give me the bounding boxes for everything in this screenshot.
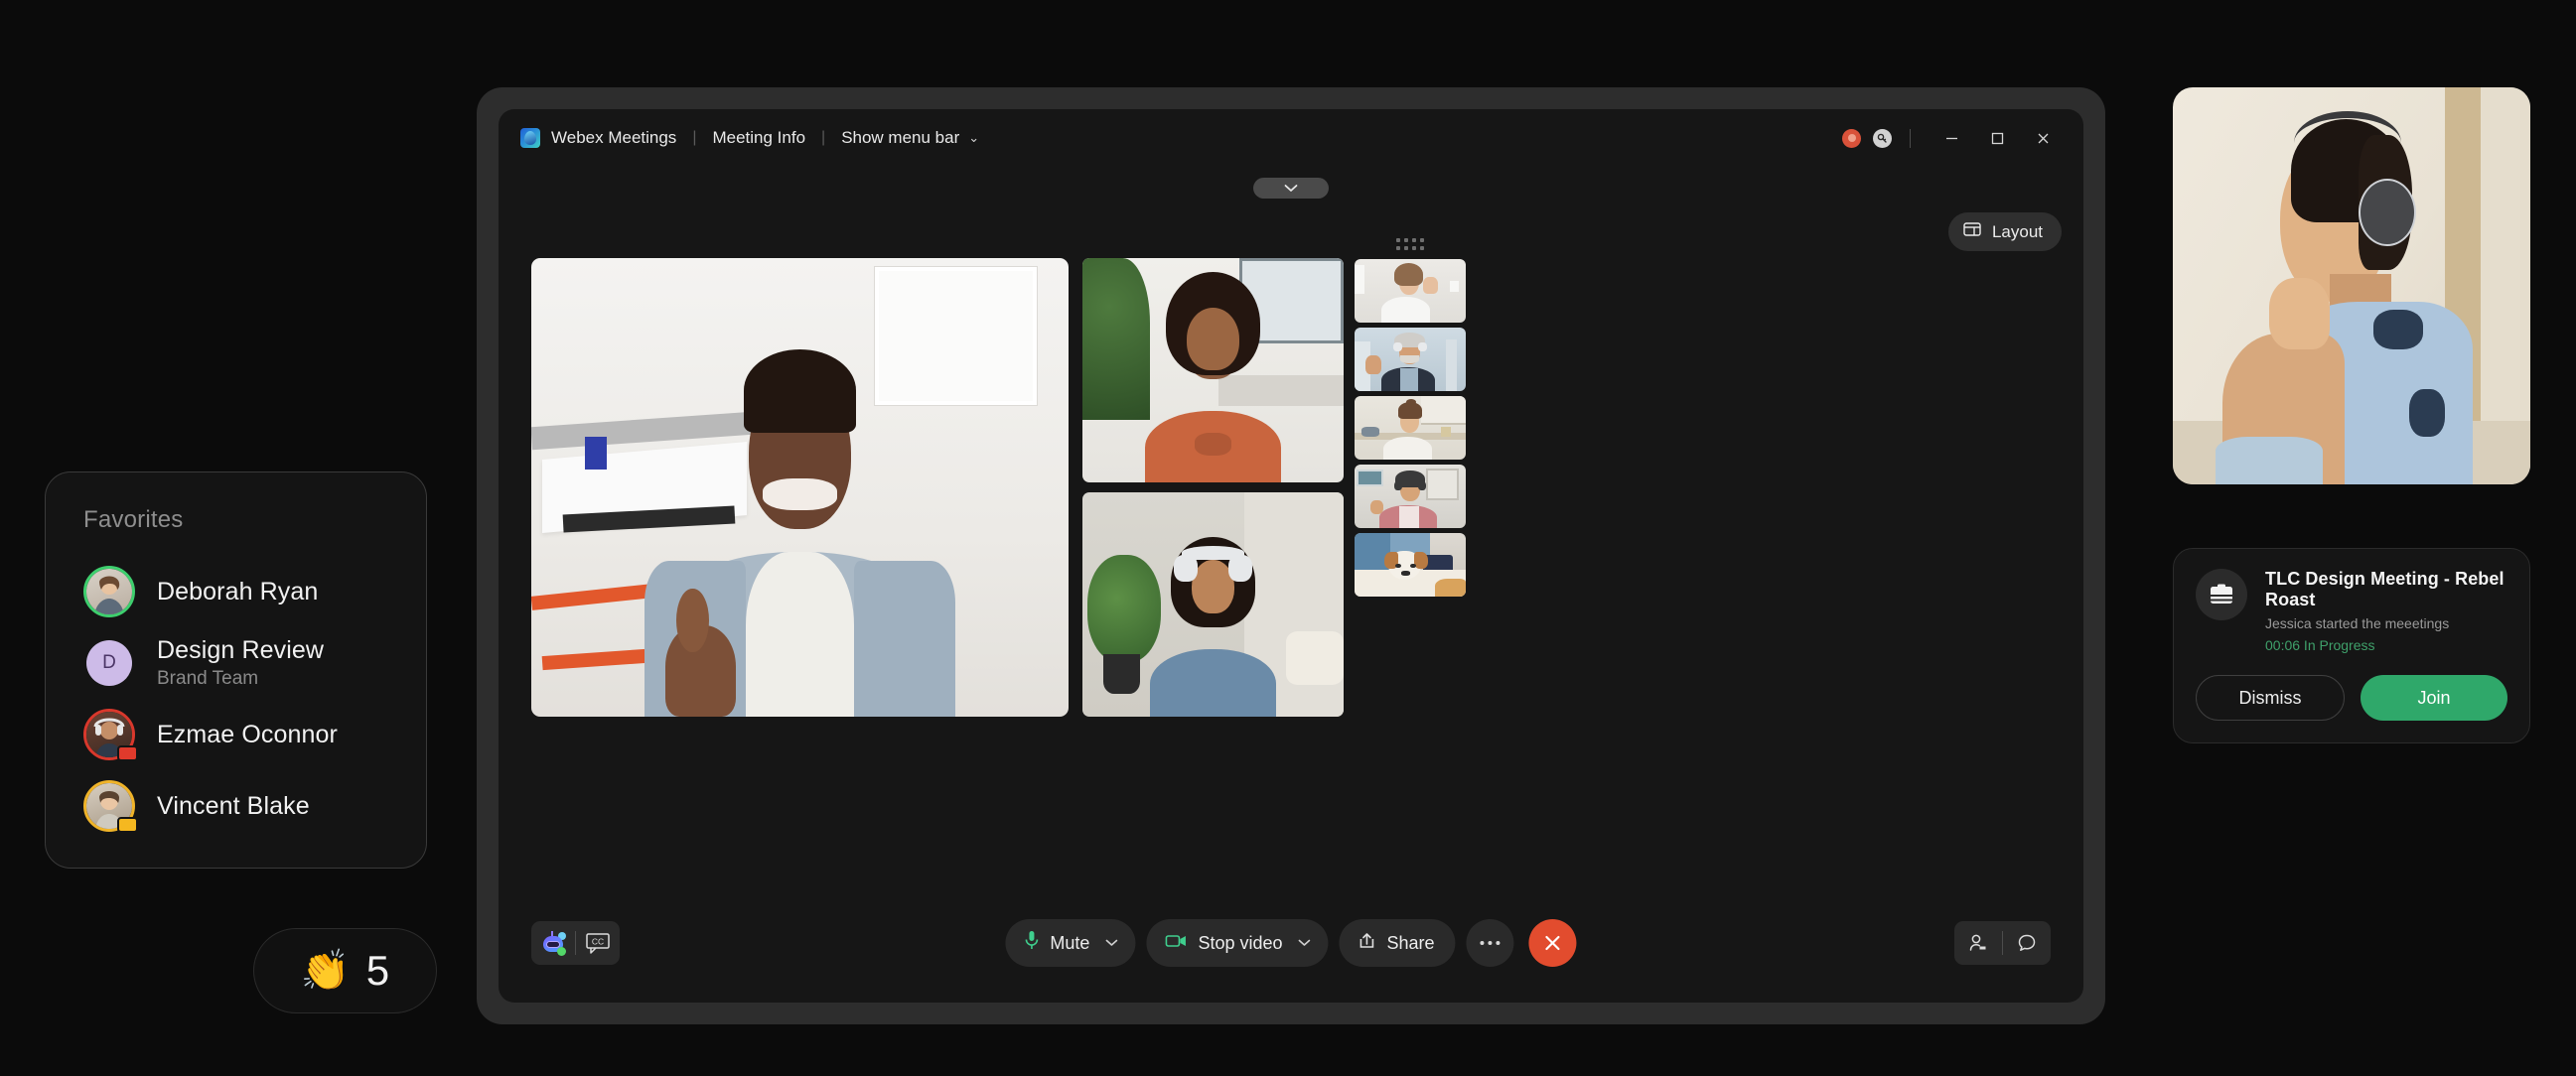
controls-right-group xyxy=(1954,921,2051,965)
avatar: D xyxy=(83,637,135,689)
meeting-info-link[interactable]: Meeting Info xyxy=(712,128,805,148)
video-tile[interactable] xyxy=(1355,465,1466,528)
closed-captions-button[interactable]: CC xyxy=(576,921,620,965)
notification-status: 00:06 In Progress xyxy=(2265,637,2375,653)
meeting-controls: CC Mute Stop video Share xyxy=(499,893,2083,1003)
share-icon xyxy=(1359,932,1376,955)
divider: | xyxy=(692,129,697,146)
svg-text:CC: CC xyxy=(592,937,604,947)
more-options-button[interactable] xyxy=(1466,919,1514,967)
close-button[interactable] xyxy=(2020,121,2066,155)
show-menu-bar-button[interactable]: Show menu bar xyxy=(841,128,959,148)
layout-button[interactable]: Layout xyxy=(1947,212,2062,251)
video-tile[interactable] xyxy=(1355,328,1466,391)
meeting-notification-card: TLC Design Meeting - Rebel Roast Jessica… xyxy=(2173,548,2530,743)
video-options-chevron-icon[interactable] xyxy=(1298,939,1329,947)
controls-left-group: CC xyxy=(531,921,620,965)
clap-icon: 👏 xyxy=(300,949,351,993)
video-tile[interactable] xyxy=(1355,259,1466,323)
reaction-count: 5 xyxy=(365,947,390,994)
filmstrip xyxy=(1355,238,1466,602)
maximize-button[interactable] xyxy=(1974,121,2020,155)
divider xyxy=(1910,128,1911,148)
video-tile[interactable] xyxy=(1082,492,1344,717)
favorites-panel: Favorites Deborah Ryan D Design Review B… xyxy=(45,471,427,869)
reaction-pill[interactable]: 👏 5 xyxy=(253,928,437,1013)
mute-button[interactable]: Mute xyxy=(1005,919,1136,967)
status-badge xyxy=(117,745,138,761)
list-item[interactable]: D Design Review Brand Team xyxy=(75,627,396,699)
chat-button[interactable] xyxy=(2003,921,2051,965)
layout-button-label: Layout xyxy=(1991,221,2043,241)
microphone-icon xyxy=(1024,930,1039,956)
avatar xyxy=(83,780,138,833)
calendar-icon xyxy=(2196,569,2247,620)
collapse-panel-button[interactable] xyxy=(1253,178,1329,199)
filmstrip-drag-handle[interactable] xyxy=(1396,238,1424,250)
layout-icon xyxy=(1963,221,1981,242)
notification-subtitle: Jessica started the meeetings xyxy=(2265,615,2450,631)
recording-indicator-icon[interactable] xyxy=(1842,128,1861,148)
video-grid xyxy=(499,238,2083,717)
avatar xyxy=(83,709,138,761)
video-tile-main-speaker[interactable] xyxy=(531,258,1069,717)
stop-video-button[interactable]: Stop video xyxy=(1146,919,1329,967)
screen: Favorites Deborah Ryan D Design Review B… xyxy=(0,0,2576,1076)
cc-icon: CC xyxy=(586,933,610,954)
list-item-name: Vincent Blake xyxy=(157,791,310,820)
list-item-subtitle: Brand Team xyxy=(157,668,259,689)
meeting-window: Webex Meetings | Meeting Info | Show men… xyxy=(477,87,2105,1024)
camera-icon xyxy=(1165,933,1187,954)
meeting-window-body: Webex Meetings | Meeting Info | Show men… xyxy=(499,109,2083,1003)
list-item[interactable]: Vincent Blake xyxy=(75,770,396,842)
status-badge xyxy=(117,817,138,833)
avatar-initial: D xyxy=(86,640,132,686)
list-item[interactable]: Ezmae Oconnor xyxy=(75,699,396,770)
mute-button-label: Mute xyxy=(1050,932,1090,953)
favorites-title: Favorites xyxy=(83,506,184,533)
list-item-name: Design Review xyxy=(157,636,325,664)
minimize-button[interactable] xyxy=(1929,121,1974,155)
join-button[interactable]: Join xyxy=(2361,675,2507,721)
list-item-name: Ezmae Oconnor xyxy=(157,720,338,748)
close-icon xyxy=(1545,935,1560,951)
stop-video-button-label: Stop video xyxy=(1198,932,1283,953)
mute-options-chevron-icon[interactable] xyxy=(1105,939,1135,947)
controls-center-group: Mute Stop video Share xyxy=(1005,919,1577,967)
ai-assistant-icon xyxy=(540,931,566,956)
notification-title: TLC Design Meeting - Rebel Roast xyxy=(2265,569,2504,609)
video-tile[interactable] xyxy=(1082,258,1344,482)
divider: | xyxy=(821,129,826,146)
webex-logo-icon xyxy=(520,128,540,148)
ellipsis-icon xyxy=(1480,941,1501,945)
list-item[interactable]: Deborah Ryan xyxy=(75,556,396,627)
key-icon[interactable] xyxy=(1873,128,1892,148)
app-title: Webex Meetings xyxy=(551,128,677,147)
end-call-button[interactable] xyxy=(1528,919,1577,967)
list-item-name: Deborah Ryan xyxy=(157,577,319,605)
person-icon xyxy=(1969,934,1986,951)
titlebar: Webex Meetings | Meeting Info | Show men… xyxy=(499,109,2083,167)
share-button[interactable]: Share xyxy=(1339,919,1456,967)
self-view-tile[interactable] xyxy=(2173,87,2530,484)
video-tile[interactable] xyxy=(1355,396,1466,460)
video-tile[interactable] xyxy=(1355,533,1466,597)
share-button-label: Share xyxy=(1386,932,1435,953)
ai-assistant-button[interactable] xyxy=(531,921,575,965)
chat-bubble-icon xyxy=(2018,934,2036,951)
chevron-down-icon[interactable]: ⌄ xyxy=(968,130,979,146)
avatar xyxy=(83,566,135,617)
dismiss-button[interactable]: Dismiss xyxy=(2196,675,2345,721)
participants-button[interactable] xyxy=(1954,921,2002,965)
